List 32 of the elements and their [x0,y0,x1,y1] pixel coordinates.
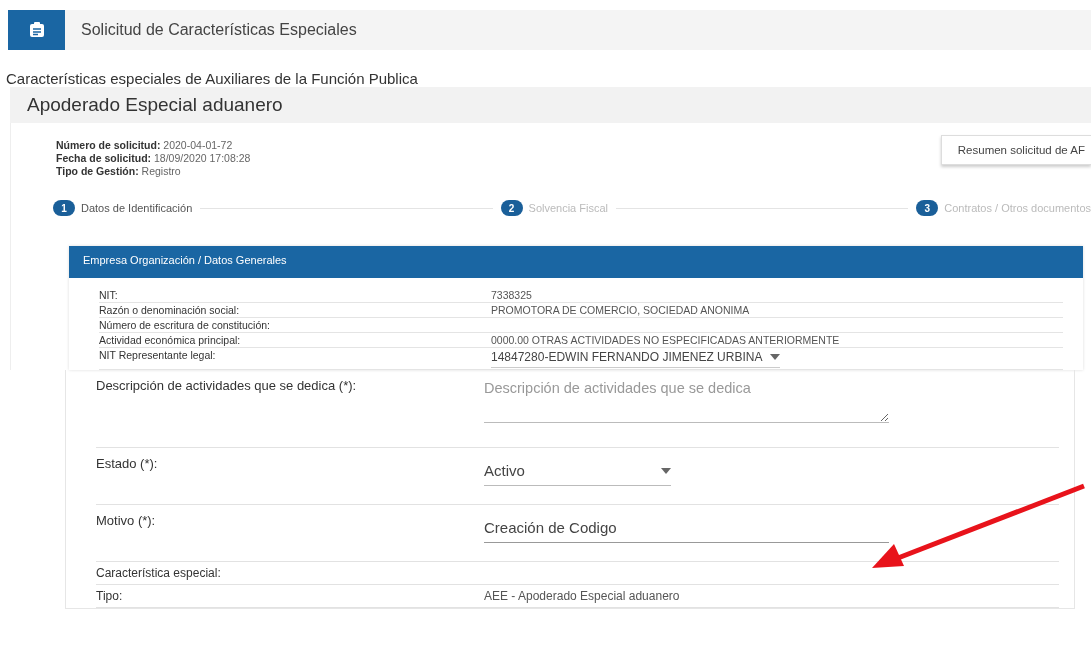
panel-title: Apoderado Especial aduanero [10,87,1091,123]
field-label: Característica especial: [96,566,222,580]
row-label: Actividad económica principal: [99,334,242,346]
status-dropdown[interactable]: Activo [484,454,671,486]
field-label: Estado (*): [96,455,159,473]
field-value: AEE - Apoderado Especial aduanero [484,589,681,603]
section-header: Empresa Organización / Datos Generales [69,246,1083,278]
row-label: NIT: [99,289,119,301]
caret-icon [661,467,671,474]
step-number: 2 [500,200,523,216]
request-info: Fecha de solicitud: 18/09/2020 17:08:28 [56,152,251,165]
description-field[interactable]: Descripción de actividades que se dedica [484,376,889,423]
row-label: Razón o denominación social: [99,304,241,316]
row-label: Número de escritura de constitución: [99,319,271,331]
page-title: Solicitud de Características Especiales [81,21,357,39]
row-label: NIT Representante legal: [99,349,217,363]
step-number: 3 [916,200,939,216]
caret-icon [770,354,781,360]
reason-field[interactable]: Creación de Codigo [484,511,889,543]
field-label: Motivo (*): [96,512,157,530]
step-label[interactable]: Datos de Identificación [81,202,193,214]
field-label: Descripción de actividades que se dedica (*): [96,377,358,395]
representative-dropdown[interactable]: 14847280-EDWIN FERNANDO JIMENEZ URBINA [491,349,781,368]
request-info: Tipo de Gestión: Registro [56,165,182,178]
field-label: Tipo: [96,589,124,603]
row-value: PROMOTORA DE COMERCIO, SOCIEDAD ANONIMA [491,304,751,316]
row-value: 0000.00 OTRAS ACTIVIDADES NO ESPECIFICADAS ANTERIORMENTE [491,334,841,346]
step-number: 1 [53,200,75,216]
section-subtitle: Características especiales de Auxiliares de la Función Publica [5,70,419,87]
row-value: 7338325 [491,289,533,301]
summary-button[interactable]: Resumen solicitud de AF [940,135,1091,165]
request-info: Número de solicitud: 2020-04-01-72 [56,139,234,152]
